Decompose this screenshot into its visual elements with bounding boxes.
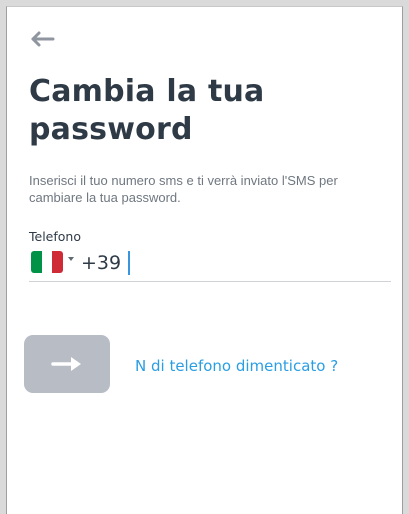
phone-field: +39: [29, 249, 391, 282]
page-title: Cambia la tua password: [29, 74, 265, 147]
phone-field-label: Telefono: [29, 229, 81, 244]
text-cursor: [128, 251, 130, 275]
italy-flag-icon[interactable]: [31, 251, 63, 273]
chevron-down-icon[interactable]: [68, 257, 74, 261]
forgot-phone-link[interactable]: N di telefono dimenticato ?: [135, 357, 338, 375]
submit-button[interactable]: [24, 335, 110, 393]
page-description: Inserisci il tuo numero sms e ti verrà i…: [29, 173, 338, 205]
arrow-left-icon: [31, 31, 55, 47]
back-button[interactable]: [29, 29, 57, 49]
arrow-right-icon: [51, 357, 81, 371]
country-prefix: +39: [81, 252, 122, 274]
phone-input[interactable]: [129, 250, 384, 276]
screen-container: Cambia la tua password Inserisci il tuo …: [6, 6, 403, 514]
